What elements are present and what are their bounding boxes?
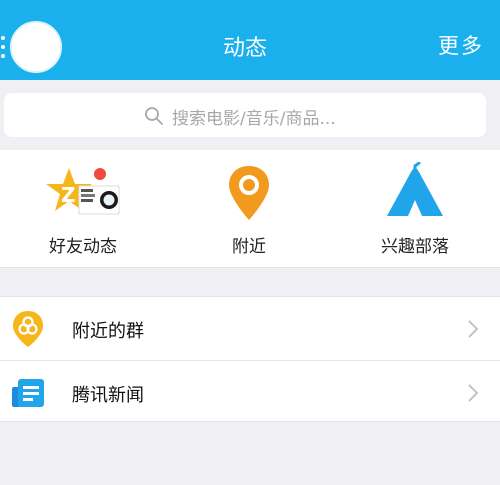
feature-label: 附近 <box>232 237 266 257</box>
list-item-label: 附近的群 <box>72 321 144 342</box>
feature-grid: Z 好友动态 附近 兴趣部落 <box>0 150 500 268</box>
list-item-tencent-news[interactable]: 腾讯新闻 <box>0 361 500 424</box>
search-icon <box>145 107 163 125</box>
news-icon <box>12 379 44 407</box>
page-title: 动态 <box>222 36 267 61</box>
search-input[interactable]: 搜索电影/音乐/商品... <box>4 93 486 137</box>
notification-badge <box>94 168 106 180</box>
top-bar: 动态 更多 <box>0 0 500 80</box>
location-pin-icon <box>229 166 269 220</box>
search-bar-container: 搜索电影/音乐/商品... <box>0 80 500 150</box>
chevron-right-icon <box>468 384 479 402</box>
more-button[interactable]: 更多 <box>438 30 484 60</box>
friends-feed-icon: Z <box>46 168 120 215</box>
feature-label: 好友动态 <box>49 237 117 257</box>
list-item-nearby-groups[interactable]: 附近的群 <box>0 297 500 361</box>
feature-nearby[interactable]: 附近 <box>166 150 332 268</box>
list-item-label: 腾讯新闻 <box>72 385 144 406</box>
feature-friends-feed[interactable]: Z 好友动态 <box>0 150 166 268</box>
service-list: 附近的群 腾讯新闻 <box>0 296 500 422</box>
svg-text:Z: Z <box>61 183 76 207</box>
tent-icon <box>387 162 443 216</box>
feature-interest-tribe[interactable]: 兴趣部落 <box>332 150 498 268</box>
feature-label: 兴趣部落 <box>381 237 449 257</box>
nearby-group-icon <box>13 311 43 347</box>
chevron-right-icon <box>468 320 479 338</box>
drawer-indicator-icon <box>1 36 5 58</box>
avatar[interactable] <box>10 21 62 73</box>
search-placeholder: 搜索电影/音乐/商品... <box>172 108 336 129</box>
